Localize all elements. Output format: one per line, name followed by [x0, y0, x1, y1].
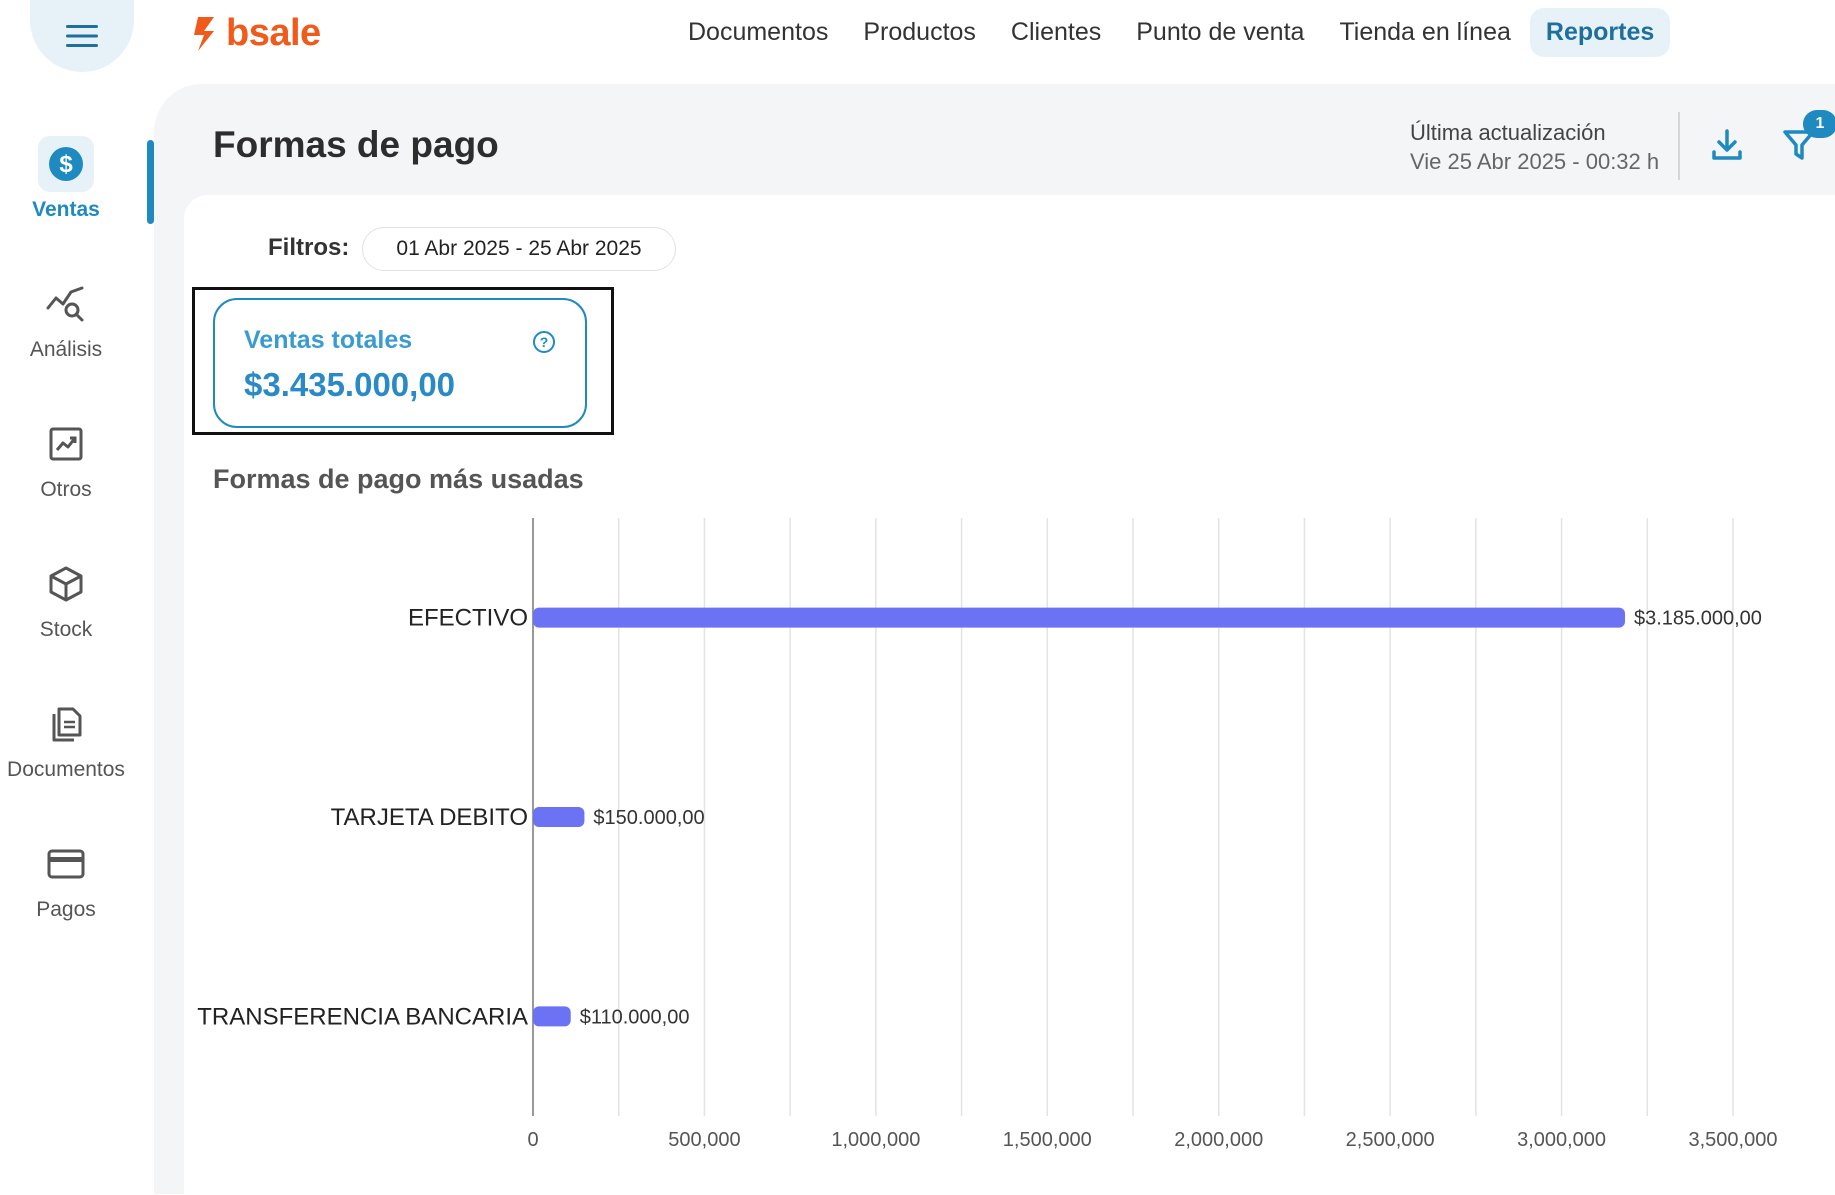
chart-value-label: $3.185.000,00: [1634, 608, 1762, 630]
chart-x-tick-label: 1,000,000: [831, 1129, 920, 1151]
chart-category-label: EFECTIVO: [408, 605, 528, 632]
chart-x-tick-label: 2,500,000: [1346, 1129, 1435, 1151]
chart-category-label: TARJETA DEBITO: [331, 804, 528, 831]
chart-bar: [533, 807, 585, 827]
payment-methods-chart: 0 500,000 1,000,000 1,500,000 2,000,000 2,500…: [197, 518, 1778, 1151]
chart-x-tick-label: 2,000,000: [1174, 1129, 1263, 1151]
chart-x-tick-label: 0: [527, 1129, 538, 1151]
chart-x-tick-label: 3,500,000: [1689, 1129, 1778, 1151]
chart-x-tick-label: 1,500,000: [1003, 1129, 1092, 1151]
chart-category-label: TRANSFERENCIA BANCARIA: [197, 1003, 528, 1030]
chart-x-tick-label: 3,000,000: [1517, 1129, 1606, 1151]
chart-value-label: $110.000,00: [580, 1006, 690, 1028]
chart-bar: [533, 607, 1625, 628]
chart-value-label: $150.000,00: [593, 807, 704, 829]
chart-x-tick-label: 500,000: [668, 1129, 740, 1151]
chart-bar: [533, 1006, 571, 1027]
